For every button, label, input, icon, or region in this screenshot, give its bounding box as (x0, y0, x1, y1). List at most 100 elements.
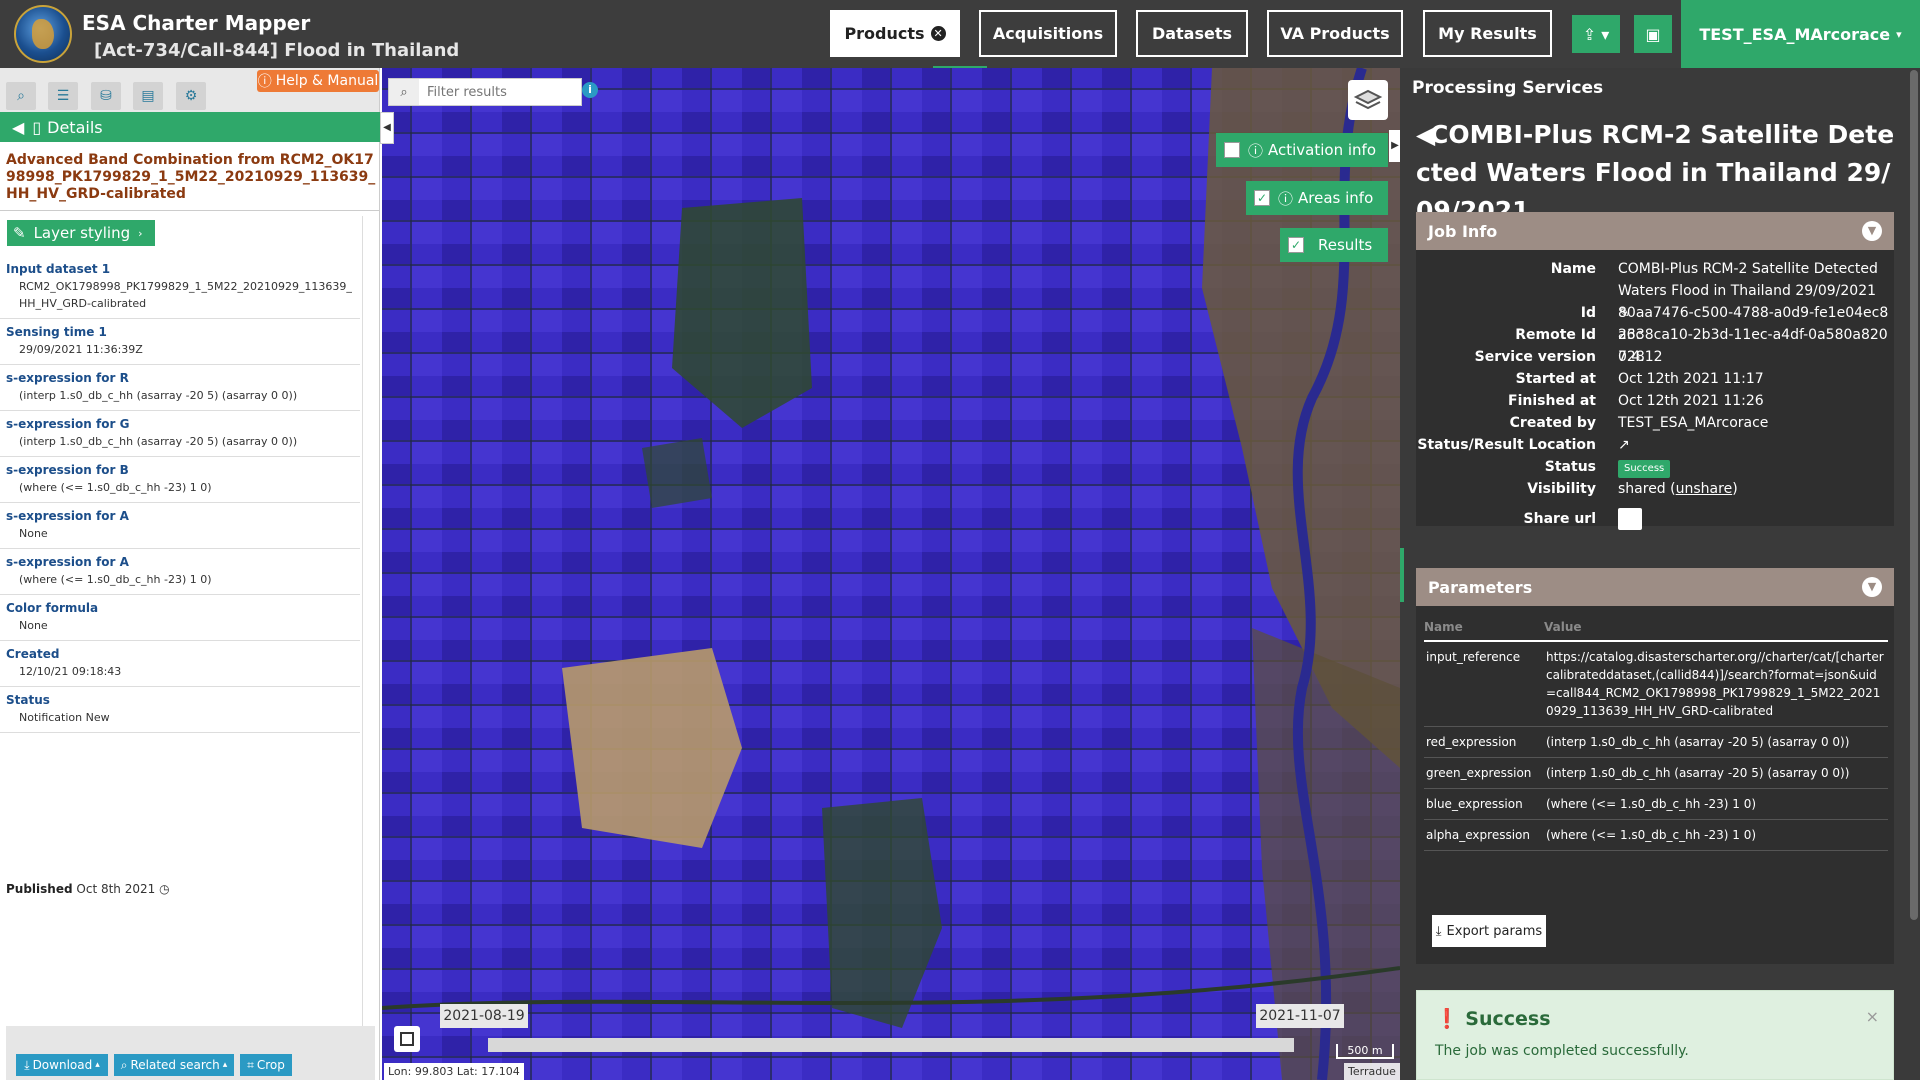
checkbox[interactable] (1224, 142, 1240, 158)
download-label: Download (32, 1058, 93, 1072)
filter-results-box: ⌕ (388, 78, 582, 106)
details-label: Details (47, 117, 103, 137)
field-value: RCM2_OK1798998_PK1799829_1_5M22_20210929… (19, 280, 352, 310)
crop-label: Crop (256, 1058, 285, 1072)
list-item: Color formula None (0, 595, 360, 641)
download-button[interactable]: ⤓ Download ▴ (16, 1054, 108, 1076)
app-title: ESA Charter Mapper (82, 11, 311, 35)
nav-my-results[interactable]: My Results (1423, 10, 1552, 57)
archive-icon[interactable]: ▤ (133, 82, 163, 110)
chevron-right-icon: › (138, 226, 143, 240)
parameters-header[interactable]: Parameters ▼ (1416, 568, 1894, 606)
nav-products[interactable]: Products ✕ (830, 10, 960, 57)
results-toggle[interactable]: ✓ Results (1280, 228, 1388, 262)
field-value: None (19, 619, 48, 632)
chevron-down-icon[interactable]: ▼ (1862, 221, 1882, 241)
checkbox-checked[interactable]: ✓ (1254, 190, 1270, 206)
info-icon[interactable]: i (582, 82, 598, 98)
back-arrow-icon[interactable]: ◀ (1416, 116, 1435, 154)
timeline-slider[interactable] (488, 1038, 1294, 1052)
row-key: Id (1580, 305, 1596, 321)
collapse-left-toggle[interactable]: ◀ (380, 112, 394, 144)
list-icon[interactable]: ☰ (48, 82, 78, 110)
export-params-button[interactable]: ⤓ Export params (1432, 915, 1546, 947)
briefcase-icon: ▣ (1645, 24, 1661, 44)
success-message: The job was completed successfully. (1435, 1043, 1689, 1059)
left-panel: ⌕ ☰ ⛁ ▤ ⚙ ⓘ Help & Manual ◀ ▯ Details Ad… (0, 68, 380, 1080)
cursor-coordinates: Lon: 99.803 Lat: 17.104 (384, 1063, 524, 1080)
list-item: s-expression for G (interp 1.s0_db_c_hh (… (0, 411, 360, 457)
search-icon[interactable]: ⌕ (6, 82, 36, 110)
close-icon[interactable]: × (1866, 1007, 1879, 1026)
param-value: https://catalog.disasterscharter.org//ch… (1544, 641, 1888, 727)
filter-results-input[interactable] (419, 84, 579, 100)
field-value: (where (<= 1.s0_db_c_hh -23) 1 0) (19, 481, 212, 494)
layers-button[interactable] (1348, 80, 1388, 120)
briefcase-button[interactable]: ▣ (1634, 15, 1672, 53)
checkbox-checked[interactable]: ✓ (1288, 237, 1304, 253)
upload-icon: ⇪ ▾ (1582, 24, 1610, 44)
activation-info-toggle[interactable]: ⓘ Activation info (1216, 133, 1388, 167)
layer-styling-button[interactable]: ✎ Layer styling › (7, 220, 155, 246)
field-label: s-expression for R (6, 371, 129, 385)
nav-products-label: Products (844, 24, 925, 43)
caret-up-icon: ▴ (222, 1060, 228, 1070)
map-attribution[interactable]: Terradue (1344, 1063, 1400, 1080)
copy-icon[interactable] (1618, 508, 1642, 530)
param-value: (interp 1.s0_db_c_hh (asarray -20 5) (as… (1544, 726, 1888, 758)
clock-icon: ◷ (159, 882, 170, 896)
related-search-button[interactable]: ⌕ Related search ▴ (114, 1054, 234, 1076)
upload-dropdown-button[interactable]: ⇪ ▾ (1572, 15, 1620, 53)
row-key: Created by (1509, 415, 1596, 431)
nav-acquisitions[interactable]: Acquisitions (979, 10, 1117, 57)
timeline-start-date[interactable]: 2021-08-19 (440, 1004, 528, 1028)
job-title-text: COMBI-Plus RCM-2 Satellite Detected Wate… (1416, 120, 1895, 225)
scrollbar[interactable] (362, 216, 376, 1076)
results-label: Results (1318, 236, 1373, 254)
gear-icon[interactable]: ⚙ (176, 82, 206, 110)
unshare-link[interactable]: unshare (1676, 481, 1733, 497)
list-item: Created 12/10/21 09:18:43 (0, 641, 360, 687)
list-item: s-expression for A (where (<= 1.s0_db_c_h… (0, 549, 360, 595)
areas-info-toggle[interactable]: ✓ ⓘ Areas info (1246, 181, 1388, 215)
user-menu[interactable]: TEST_ESA_MArcorace ▾ (1681, 0, 1920, 68)
job-info-label: Job Info (1428, 221, 1498, 241)
details-header[interactable]: ◀ ▯ Details (0, 112, 380, 142)
list-item: s-expression for A None (0, 503, 360, 549)
job-info-header[interactable]: Job Info ▼ (1416, 212, 1894, 250)
layers-icon (1353, 89, 1383, 110)
help-label: Help & Manual (275, 73, 379, 89)
map-canvas[interactable] (382, 68, 1400, 1080)
download-icon: ⤓ (1435, 923, 1442, 939)
scrollbar[interactable] (1910, 70, 1918, 920)
row-value: Oct 12th 2021 11:17 (1618, 371, 1764, 387)
visibility-value: shared (1618, 481, 1666, 497)
success-title: ❗ Success (1435, 1007, 1551, 1030)
param-value: (interp 1.s0_db_c_hh (asarray -20 5) (as… (1544, 757, 1888, 789)
job-info-card: Job Info ▼ Name COMBI-Plus RCM-2 Satelli… (1416, 212, 1894, 530)
crop-button[interactable]: ⌗ Crop (240, 1054, 292, 1076)
brush-icon: ✎ (13, 224, 26, 242)
close-circle-icon[interactable]: ✕ (930, 26, 946, 41)
basket-icon[interactable]: ⛁ (91, 82, 121, 110)
row-key: Started at (1515, 371, 1596, 387)
param-value: (where (<= 1.s0_db_c_hh -23) 1 0) (1544, 788, 1888, 820)
row-key: Remote Id (1515, 327, 1596, 343)
nav-va-products[interactable]: VA Products (1267, 10, 1403, 57)
top-navbar: ESA Charter Mapper [Act-734/Call-844] Fl… (0, 0, 1920, 69)
param-name: input_reference (1424, 641, 1544, 727)
nav-datasets[interactable]: Datasets (1136, 10, 1248, 57)
info-icon: ⓘ (1278, 189, 1294, 208)
column-header: Value (1544, 616, 1888, 642)
info-icon: ⓘ (1248, 141, 1264, 160)
back-arrow-icon[interactable]: ◀ (12, 118, 24, 137)
timeline-end-date[interactable]: 2021-11-07 (1256, 1004, 1344, 1028)
chevron-down-icon[interactable]: ▼ (1862, 577, 1882, 597)
row-key: Finished at (1508, 393, 1596, 409)
timeline-toggle-icon[interactable] (394, 1026, 420, 1052)
field-value: 12/10/21 09:18:43 (19, 665, 122, 678)
help-manual-button[interactable]: ⓘ Help & Manual (257, 70, 379, 92)
external-link-icon[interactable]: ↗ (1618, 434, 1890, 456)
table-row: alpha_expression (where (<= 1.s0_db_c_hh … (1424, 819, 1888, 851)
row-key: Name (1550, 261, 1596, 277)
